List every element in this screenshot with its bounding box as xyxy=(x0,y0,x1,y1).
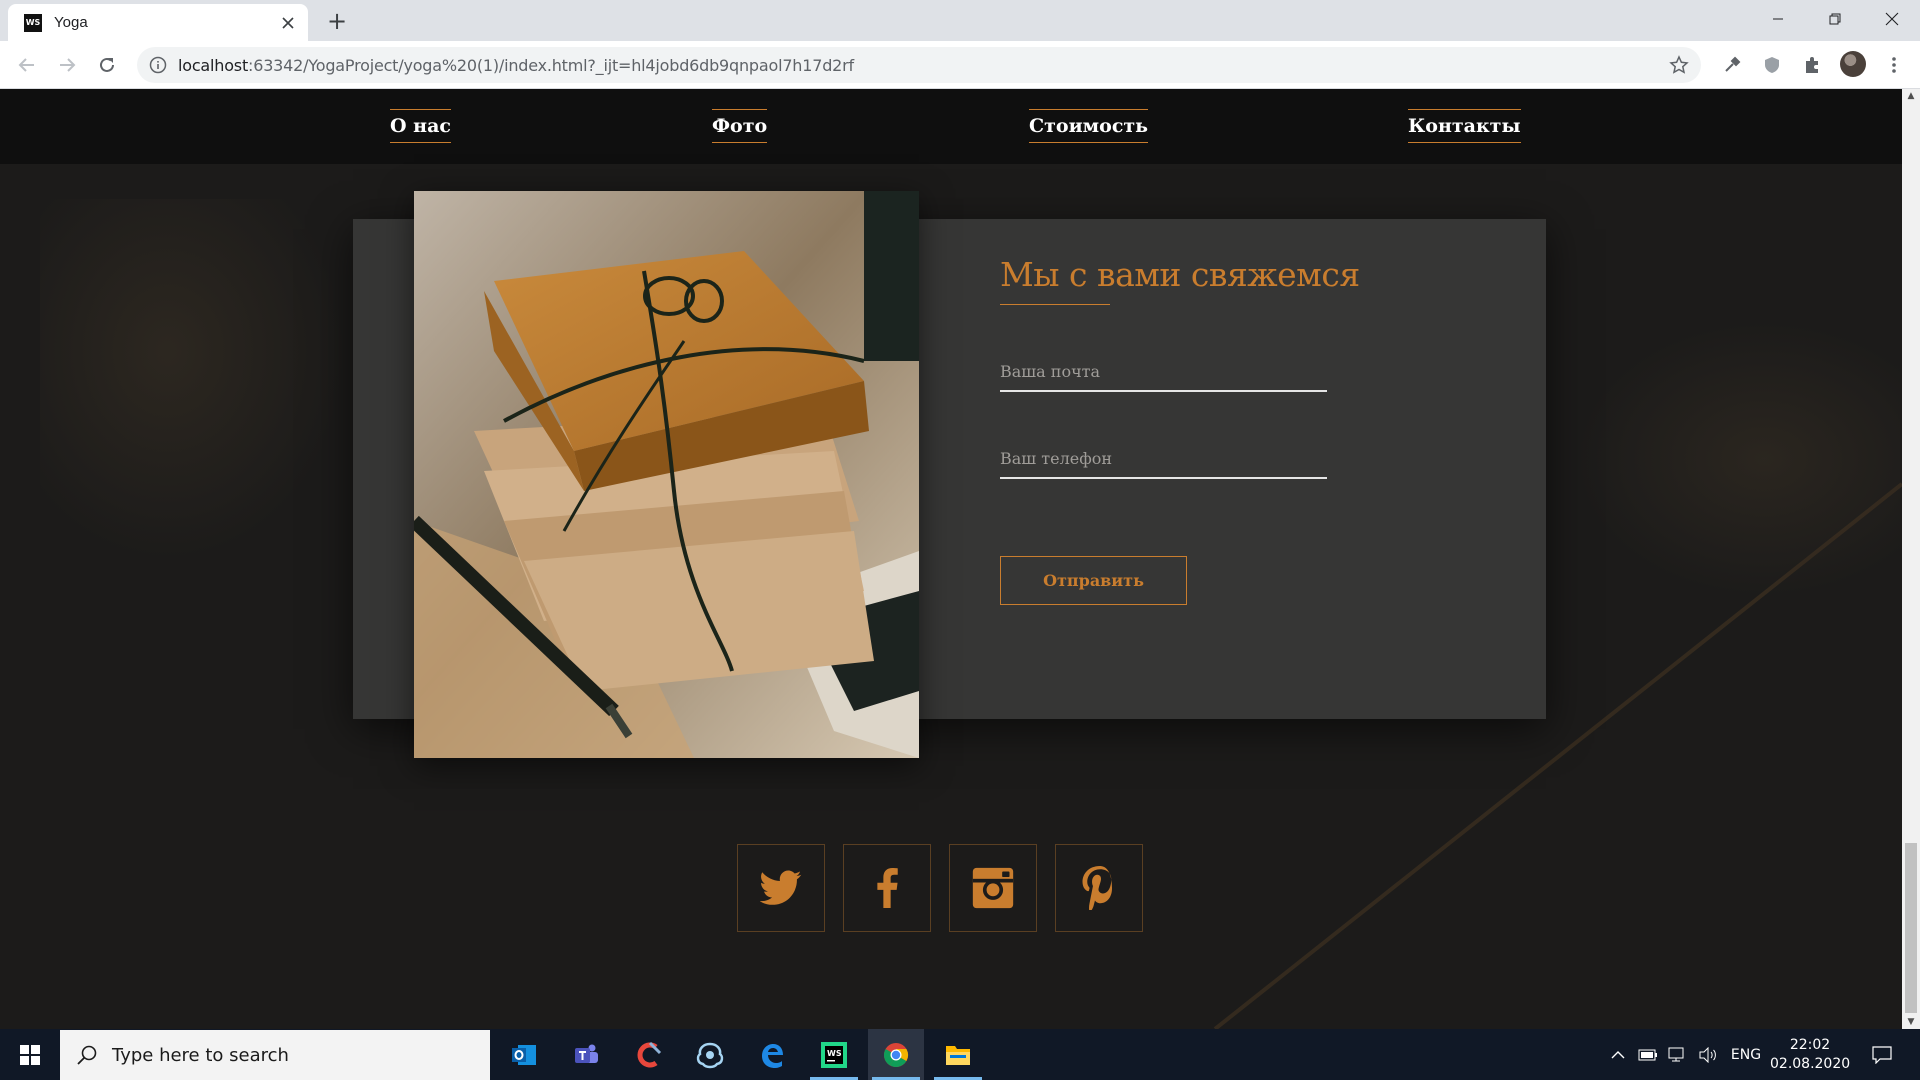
scroll-down-arrow-icon[interactable]: ▼ xyxy=(1902,1015,1920,1029)
close-tab-icon[interactable] xyxy=(278,13,298,33)
taskbar-search-placeholder: Type here to search xyxy=(112,1044,289,1066)
action-center-icon[interactable] xyxy=(1864,1029,1900,1080)
webstorm-favicon-icon: WS xyxy=(24,13,42,32)
extensions-puzzle-icon[interactable] xyxy=(1800,53,1824,77)
volume-icon[interactable] xyxy=(1695,1029,1721,1080)
contact-form-title: Мы с вами свяжемся xyxy=(1000,255,1360,294)
restore-icon[interactable] xyxy=(1806,0,1863,38)
url-path: :63342/YogaProject/yoga%20(1)/index.html… xyxy=(248,56,854,75)
svg-text:WS: WS xyxy=(827,1049,842,1058)
browser-toolbar: localhost:63342/YogaProject/yoga%20(1)/i… xyxy=(0,41,1920,89)
profile-avatar[interactable] xyxy=(1840,51,1866,77)
back-arrow-icon[interactable] xyxy=(14,52,40,78)
windows-taskbar: Type here to search WS ENG 22:02 02.08.2… xyxy=(0,1029,1920,1080)
input-language-indicator[interactable]: ENG xyxy=(1726,1029,1766,1080)
windows-start-icon[interactable] xyxy=(0,1029,60,1080)
tray-overflow-chevron-icon[interactable] xyxy=(1605,1029,1631,1080)
eyedropper-extension-icon[interactable] xyxy=(1720,53,1744,77)
file-explorer-app-icon[interactable] xyxy=(930,1029,986,1080)
browser-tab[interactable]: WS Yoga xyxy=(8,4,308,41)
ccleaner-app-icon[interactable] xyxy=(620,1029,676,1080)
twitter-button[interactable] xyxy=(737,844,825,932)
page-viewport: О нас Фото Стоимость Контакты Мы с вами … xyxy=(0,89,1902,1029)
scroll-up-arrow-icon[interactable]: ▲ xyxy=(1902,89,1920,103)
url-host: localhost xyxy=(178,56,249,75)
facebook-button[interactable] xyxy=(843,844,931,932)
phone-field[interactable] xyxy=(1000,439,1327,479)
tab-title: Yoga xyxy=(54,14,88,31)
minimize-icon[interactable] xyxy=(1749,0,1806,38)
forward-arrow-icon[interactable] xyxy=(54,52,80,78)
chrome-menu-icon[interactable] xyxy=(1882,53,1906,77)
network-icon[interactable] xyxy=(1665,1029,1691,1080)
taskbar-search-box[interactable]: Type here to search xyxy=(60,1030,490,1080)
page-scrollbar[interactable]: ▲ ▼ xyxy=(1902,89,1920,1029)
chrome-app-icon[interactable] xyxy=(868,1029,924,1080)
title-underline xyxy=(1000,304,1110,305)
bookmark-star-icon[interactable] xyxy=(1669,55,1689,75)
nav-link-pricing[interactable]: Стоимость xyxy=(1029,109,1149,143)
clock-date: 02.08.2020 xyxy=(1770,1056,1851,1072)
window-controls xyxy=(1749,0,1920,38)
close-window-icon[interactable] xyxy=(1863,0,1920,38)
email-field[interactable] xyxy=(1000,352,1327,392)
instagram-icon xyxy=(972,867,1014,909)
nav-link-contacts[interactable]: Контакты xyxy=(1408,109,1521,143)
system-clock[interactable]: 22:02 02.08.2020 xyxy=(1770,1036,1850,1074)
url-text: localhost:63342/YogaProject/yoga%20(1)/i… xyxy=(178,56,854,75)
search-icon xyxy=(77,1045,97,1065)
browser-tabstrip: WS Yoga + xyxy=(0,0,1920,41)
twitter-icon xyxy=(760,870,802,905)
submit-button[interactable]: Отправить xyxy=(1000,556,1187,605)
nav-link-photo[interactable]: Фото xyxy=(712,109,768,143)
pinterest-button[interactable] xyxy=(1055,844,1143,932)
site-navigation: О нас Фото Стоимость Контакты xyxy=(0,89,1902,164)
new-tab-icon[interactable]: + xyxy=(322,8,352,36)
nav-link-about[interactable]: О нас xyxy=(390,109,451,143)
language-label: ENG xyxy=(1730,1046,1762,1063)
clock-time: 22:02 xyxy=(1789,1037,1831,1053)
battery-icon[interactable] xyxy=(1635,1029,1661,1080)
instagram-button[interactable] xyxy=(949,844,1037,932)
teams-app-icon[interactable] xyxy=(558,1029,614,1080)
address-bar[interactable]: localhost:63342/YogaProject/yoga%20(1)/i… xyxy=(137,47,1701,83)
webstorm-app-icon[interactable]: WS xyxy=(806,1029,862,1080)
reload-icon[interactable] xyxy=(94,52,120,78)
outlook-app-icon[interactable] xyxy=(496,1029,552,1080)
facebook-icon xyxy=(877,868,898,908)
shield-extension-icon[interactable] xyxy=(1760,53,1784,77)
pinterest-icon xyxy=(1082,866,1113,910)
edge-app-icon[interactable] xyxy=(744,1029,800,1080)
letters-bundle-photo xyxy=(414,191,919,758)
site-info-icon[interactable] xyxy=(149,56,167,74)
paint3d-app-icon[interactable] xyxy=(682,1029,738,1080)
scroll-thumb[interactable] xyxy=(1905,843,1917,1013)
